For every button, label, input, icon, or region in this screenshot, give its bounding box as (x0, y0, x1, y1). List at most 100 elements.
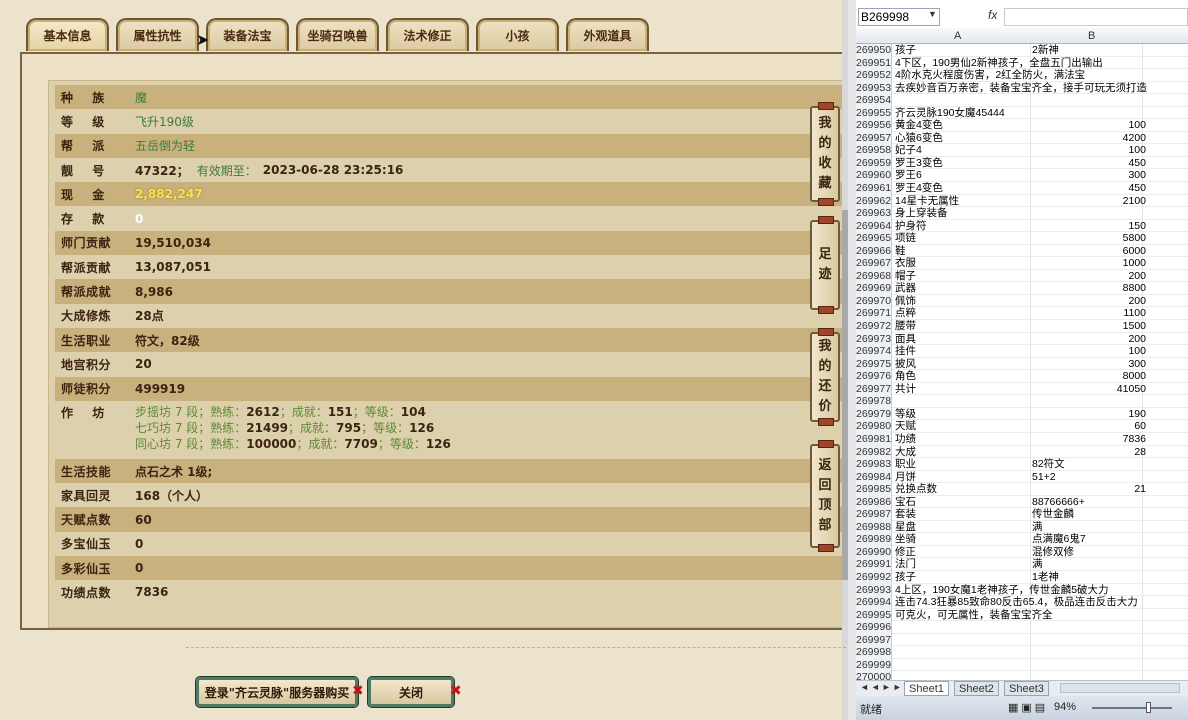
cell-a[interactable]: 衣服 (895, 257, 916, 270)
cell-a[interactable]: 宝石 (895, 496, 916, 509)
cell-b[interactable]: 传世金麟 (1032, 508, 1074, 521)
row-number[interactable]: 269996 (856, 621, 892, 634)
cell-b[interactable]: 2100 (1032, 195, 1146, 208)
zoom-slider-handle[interactable] (1146, 702, 1151, 713)
cell-a[interactable]: 披风 (895, 358, 916, 371)
cell-a[interactable]: 功绩 (895, 433, 916, 446)
sheet-row[interactable]: 269999 (856, 658, 1188, 672)
side-button-3[interactable]: 我的还价 (810, 328, 840, 426)
cell-b[interactable]: 1100 (1032, 307, 1146, 320)
row-number[interactable]: 269951 (856, 56, 892, 70)
sheet-row[interactable]: 269971 点粹 1100 (856, 307, 1188, 321)
row-number[interactable]: 269970 (856, 294, 892, 308)
cell-a[interactable]: 罗王4变色 (895, 182, 943, 195)
cell-a[interactable]: 护身符 (895, 220, 927, 233)
row-number[interactable]: 269952 (856, 69, 892, 82)
close-button[interactable]: 关闭 (368, 677, 454, 707)
row-number[interactable]: 269991 (856, 558, 892, 571)
row-number[interactable]: 269962 (856, 194, 892, 208)
cell-a[interactable]: 天赋 (895, 420, 916, 433)
column-header-a[interactable]: A (954, 30, 961, 42)
row-number[interactable]: 269997 (856, 633, 892, 647)
sheet-tab[interactable]: Sheet3 (1004, 681, 1049, 696)
sheet-row[interactable]: 269955 齐云灵脉190女魔45444 (856, 106, 1188, 120)
cell-b[interactable]: 450 (1032, 182, 1146, 195)
sheet-row[interactable]: 269960 罗王6 300 (856, 169, 1188, 183)
sheet-row[interactable]: 269995 可克火，可无属性，装备宝宝齐全 (856, 608, 1188, 622)
cell-a[interactable]: 黄金4变色 (895, 119, 943, 132)
sheet-row[interactable]: 269966 鞋 6000 (856, 244, 1188, 258)
cell-a[interactable]: 佩饰 (895, 295, 916, 308)
cell-a[interactable]: 月饼 (895, 471, 916, 484)
horizontal-scrollbar[interactable] (1060, 683, 1180, 693)
row-number[interactable]: 269983 (856, 458, 892, 471)
sheet-row[interactable]: 269997 (856, 633, 1188, 647)
sheet-row[interactable]: 269950 孩子 2新神 (856, 44, 1188, 57)
cell-b[interactable]: 21 (1032, 483, 1146, 496)
cell-a[interactable]: 共计 (895, 383, 916, 396)
row-number[interactable]: 269964 (856, 219, 892, 233)
sheet-row[interactable]: 269981 功绩 7836 (856, 432, 1188, 446)
row-number[interactable]: 269981 (856, 432, 892, 446)
row-number[interactable]: 269990 (856, 545, 892, 559)
cell-a[interactable]: 星盘 (895, 521, 916, 534)
sheet-row[interactable]: 269951 4下区，190男仙2新神孩子，全盘五门出输出 (856, 56, 1188, 70)
cell-a[interactable]: 兑换点数 (895, 483, 937, 496)
row-number[interactable]: 269988 (856, 520, 892, 534)
tab-7[interactable]: 外观道具 (566, 18, 649, 51)
cell-a[interactable]: 武器 (895, 282, 916, 295)
cell-b[interactable]: 8800 (1032, 282, 1146, 295)
sheet-row[interactable]: 269991 法门 满 (856, 558, 1188, 571)
row-number[interactable]: 269954 (856, 94, 892, 107)
row-number[interactable]: 269989 (856, 533, 892, 546)
cell-a[interactable]: 可克火，可无属性，装备宝宝齐全 (895, 609, 1053, 622)
cell-a[interactable]: 帽子 (895, 270, 916, 283)
cell-a[interactable]: 面具 (895, 333, 916, 346)
fx-icon[interactable]: fx (988, 8, 997, 22)
cell-b[interactable]: 7836 (1032, 433, 1146, 446)
cell-b[interactable]: 点满魔6鬼7 (1032, 533, 1086, 546)
row-number[interactable]: 269971 (856, 307, 892, 320)
sheet-row[interactable]: 269956 黄金4变色 100 (856, 119, 1188, 132)
cell-a[interactable]: 身上穿装备 (895, 207, 948, 220)
tab-3[interactable]: 装备法宝 (206, 18, 289, 51)
cell-a[interactable]: 4阶水克火程度伤害，2红全防火，满法宝 (895, 69, 1085, 82)
sheet-row[interactable]: 269959 罗王3变色 450 (856, 156, 1188, 170)
side-button-4[interactable]: 返回顶部 (810, 440, 840, 552)
cell-a[interactable]: 修正 (895, 546, 916, 559)
row-number[interactable]: 269992 (856, 570, 892, 584)
cell-b[interactable]: 88766666+ (1032, 496, 1085, 509)
cell-b[interactable]: 5800 (1032, 232, 1146, 245)
cell-a[interactable]: 腰带 (895, 320, 916, 333)
row-number[interactable]: 269984 (856, 470, 892, 484)
cell-a[interactable]: 孩子 (895, 44, 916, 57)
cell-a[interactable]: 去疾妙音百万亲密，装备宝宝齐全，接手可玩无须打造 (895, 82, 1147, 95)
sheet-row[interactable]: 269982 大成 28 (856, 445, 1188, 459)
cell-a[interactable]: 14星卡无属性 (895, 195, 959, 208)
cell-a[interactable]: 法门 (895, 558, 916, 571)
formula-bar-input[interactable] (1004, 8, 1188, 26)
row-number[interactable]: 269976 (856, 370, 892, 383)
cell-a[interactable]: 连击74.3狂暴85致命80反击65.4，极品连击反击大力 (895, 596, 1138, 609)
close-x-icon[interactable]: ✖ (352, 683, 364, 699)
cell-b[interactable]: 6000 (1032, 245, 1146, 258)
cell-b[interactable]: 51+2 (1032, 471, 1056, 484)
row-number[interactable]: 269972 (856, 320, 892, 333)
sheet-row[interactable]: 269965 项链 5800 (856, 232, 1188, 245)
sheet-tab[interactable]: Sheet2 (954, 681, 999, 696)
row-number[interactable]: 269987 (856, 508, 892, 521)
sheet-row[interactable]: 269998 (856, 646, 1188, 659)
sheet-row[interactable]: 269967 衣服 1000 (856, 257, 1188, 270)
side-button-1[interactable]: 我的收藏 (810, 102, 840, 206)
row-number[interactable]: 269955 (856, 106, 892, 120)
row-number[interactable]: 269961 (856, 182, 892, 195)
sheet-row[interactable]: 269968 帽子 200 (856, 269, 1188, 283)
row-number[interactable]: 269980 (856, 420, 892, 433)
row-number[interactable]: 269959 (856, 156, 892, 170)
chevron-down-icon[interactable]: ▼ (928, 9, 937, 19)
sheet-row[interactable]: 269977 共计 41050 (856, 382, 1188, 396)
cell-b[interactable]: 8000 (1032, 370, 1146, 383)
tab-2[interactable]: 属性抗性 (116, 18, 199, 51)
cell-a[interactable]: 等级 (895, 408, 916, 421)
sheet-row[interactable]: 269987 套装 传世金麟 (856, 508, 1188, 521)
